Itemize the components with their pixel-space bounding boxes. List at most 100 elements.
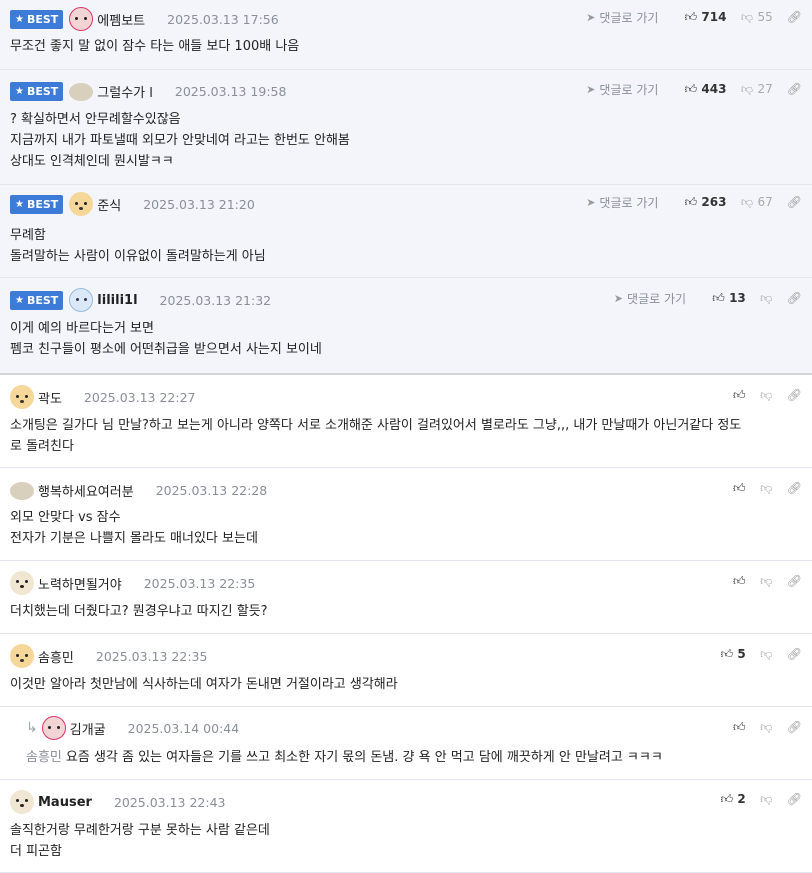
downvote-button[interactable]: 👎︎ 67	[740, 195, 773, 210]
avatar[interactable]	[69, 192, 94, 216]
nickname[interactable]: Mauser	[38, 795, 92, 810]
link-icon[interactable]: 🔗︎	[787, 82, 802, 96]
upvote-button[interactable]: 👍︎	[733, 720, 746, 735]
comment-list: ★ BEST 에펨보트 2025.03.13 17:56 ➤ 댓글로 가기 👍︎ 71…	[0, 0, 812, 873]
thumbs-down-icon: 👎︎	[760, 719, 773, 734]
goto-comment-link[interactable]: ➤ 댓글로 가기	[614, 290, 686, 307]
avatar[interactable]	[10, 385, 34, 409]
downvote-button[interactable]: 👎︎ 55	[740, 10, 773, 25]
thumbs-up-icon: 👍︎	[712, 290, 725, 305]
downvote-button[interactable]: 👎︎	[760, 720, 773, 735]
link-icon[interactable]: 🔗︎	[787, 195, 802, 209]
comment-text: ? 확실하면서 안무례할수있잖음	[10, 112, 181, 127]
link-icon[interactable]: 🔗︎	[787, 388, 802, 402]
comment-text: 더치했는데 더줬다고? 뭔경우냐고 따지긴 할듯?	[10, 604, 268, 619]
mention-link[interactable]: 솜흥민	[26, 750, 62, 765]
downvote-count: 27	[757, 82, 773, 96]
upvote-count: 263	[701, 195, 727, 209]
comment-text: 로 돌려친다	[10, 439, 74, 454]
thumbs-down-icon: 👎︎	[760, 646, 773, 661]
downvote-count: 67	[757, 195, 773, 209]
goto-comment-link[interactable]: ➤ 댓글로 가기	[586, 9, 658, 26]
comment-item: 곽도 2025.03.13 22:27 👍︎ 👎︎ 🔗︎ 소개팅은 길가다 님 …	[0, 375, 812, 468]
thumbs-down-icon: 👎︎	[760, 480, 773, 495]
nickname[interactable]: lilili1l	[97, 293, 137, 308]
upvote-count: 5	[737, 647, 746, 661]
upvote-button[interactable]: 👍︎ 2	[720, 791, 746, 807]
upvote-button[interactable]: 👍︎ 714	[684, 10, 727, 25]
comment-text: 솜흥민 요즘 생각 좀 있는 여자들은 기를 쓰고 최소한 자기 몫의 돈냄. 걍…	[26, 750, 663, 765]
nickname[interactable]: 준식	[97, 195, 121, 214]
comment-text: 솔직한거랑 무례한거랑 구분 못하는 사람 같은데	[10, 823, 270, 838]
send-arrow-icon: ➤	[586, 10, 596, 24]
downvote-button[interactable]: 👎︎	[760, 647, 773, 662]
downvote-button[interactable]: 👎︎	[760, 792, 773, 807]
upvote-count: 714	[701, 10, 727, 24]
comment-date: 2025.03.13 22:27	[83, 389, 196, 405]
avatar[interactable]	[69, 83, 94, 101]
avatar[interactable]	[10, 571, 34, 595]
goto-comment-link[interactable]: ➤ 댓글로 가기	[586, 81, 658, 98]
comment-item: ★ BEST 그럴수가 l 2025.03.13 19:58 ➤ 댓글로 가기 👍︎…	[0, 70, 812, 185]
downvote-button[interactable]: 👎︎	[760, 388, 773, 403]
downvote-button[interactable]: 👎︎	[760, 481, 773, 496]
comment-item: 행복하세요여러분 2025.03.13 22:28 👍︎ 👎︎ 🔗︎ 외모 안맞…	[0, 468, 812, 561]
thumbs-up-icon: 👍︎	[720, 791, 734, 806]
comment-text: 펨코 친구들이 평소에 어떤취급을 받으면서 사는지 보이네	[10, 342, 322, 357]
nickname[interactable]: 행복하세요여러분	[38, 481, 134, 500]
comment-text: 외모 안맞다 vs 잠수	[10, 510, 121, 525]
thumbs-up-icon: 👍︎	[684, 81, 698, 96]
thumbs-up-icon: 👍︎	[720, 646, 734, 661]
comment-item: 노력하면될거야 2025.03.13 22:35 👍︎ 👎︎ 🔗︎ 더치했는데 …	[0, 561, 812, 634]
downvote-count: 55	[757, 10, 773, 24]
downvote-button[interactable]: 👎︎ 27	[740, 82, 773, 97]
best-badge: ★ BEST	[10, 9, 64, 29]
best-badge: ★ BEST	[10, 290, 64, 310]
thumbs-up-icon: 👍︎	[732, 387, 746, 402]
upvote-button[interactable]: 👍︎ 263	[684, 195, 727, 210]
upvote-button[interactable]: 👍︎ 13	[712, 290, 745, 306]
link-icon[interactable]: 🔗︎	[787, 792, 802, 806]
comment-text: 지금까지 내가 파토낼때 외모가 안맞네여 라고는 한번도 안해봄	[10, 133, 350, 148]
upvote-button[interactable]: 👍︎ 443	[684, 81, 727, 97]
upvote-button[interactable]: 👍︎	[733, 481, 746, 496]
link-icon[interactable]: 🔗︎	[787, 481, 802, 495]
star-icon: ★	[15, 294, 24, 306]
upvote-button[interactable]: 👍︎	[733, 574, 746, 589]
goto-comment-link[interactable]: ➤ 댓글로 가기	[586, 194, 658, 211]
avatar[interactable]	[10, 644, 34, 668]
upvote-button[interactable]: 👍︎ 5	[720, 646, 746, 662]
nickname[interactable]: 에펨보트	[97, 10, 145, 29]
downvote-button[interactable]: 👎︎	[760, 574, 773, 589]
thumbs-down-icon: 👎︎	[760, 387, 773, 402]
avatar[interactable]	[69, 7, 94, 31]
thumbs-down-icon: 👎︎	[760, 791, 773, 806]
comment-text: 무례함	[10, 228, 46, 243]
avatar[interactable]	[69, 288, 94, 312]
nickname[interactable]: 김개굴	[70, 719, 106, 738]
comment-item: 솜흥민 2025.03.13 22:35 👍︎ 5 👎︎ 🔗︎ 이것만 알아라 첫…	[0, 634, 812, 707]
avatar[interactable]	[10, 790, 34, 814]
avatar[interactable]	[10, 482, 34, 500]
avatar[interactable]	[41, 716, 66, 740]
comment-item: ★ BEST 에펨보트 2025.03.13 17:56 ➤ 댓글로 가기 👍︎ 71…	[0, 0, 812, 70]
thumbs-down-icon: 👎︎	[760, 290, 773, 305]
link-icon[interactable]: 🔗︎	[787, 647, 802, 661]
comment-text: 전자가 기분은 나쁠지 몰라도 매너있다 보는데	[10, 531, 258, 546]
downvote-button[interactable]: 👎︎	[760, 291, 773, 306]
link-icon[interactable]: 🔗︎	[787, 10, 802, 24]
upvote-count: 2	[737, 792, 746, 806]
nickname[interactable]: 곽도	[38, 388, 62, 407]
comment-date: 2025.03.13 19:58	[174, 83, 287, 99]
link-icon[interactable]: 🔗︎	[787, 720, 802, 734]
link-icon[interactable]: 🔗︎	[787, 291, 802, 305]
upvote-button[interactable]: 👍︎	[733, 388, 746, 403]
comment-text: 이게 예의 바르다는거 보면	[10, 321, 154, 336]
nickname[interactable]: 그럴수가 l	[97, 82, 153, 101]
nickname[interactable]: 노력하면될거야	[38, 574, 122, 593]
comment-date: 2025.03.13 22:43	[113, 794, 226, 810]
link-icon[interactable]: 🔗︎	[787, 574, 802, 588]
nickname[interactable]: 솜흥민	[38, 647, 74, 666]
comment-text: 소개팅은 길가다 님 만날?하고 보는게 아니라 양쪽다 서로 소개해준 사람이…	[10, 418, 742, 433]
thumbs-up-icon: 👍︎	[732, 480, 746, 495]
